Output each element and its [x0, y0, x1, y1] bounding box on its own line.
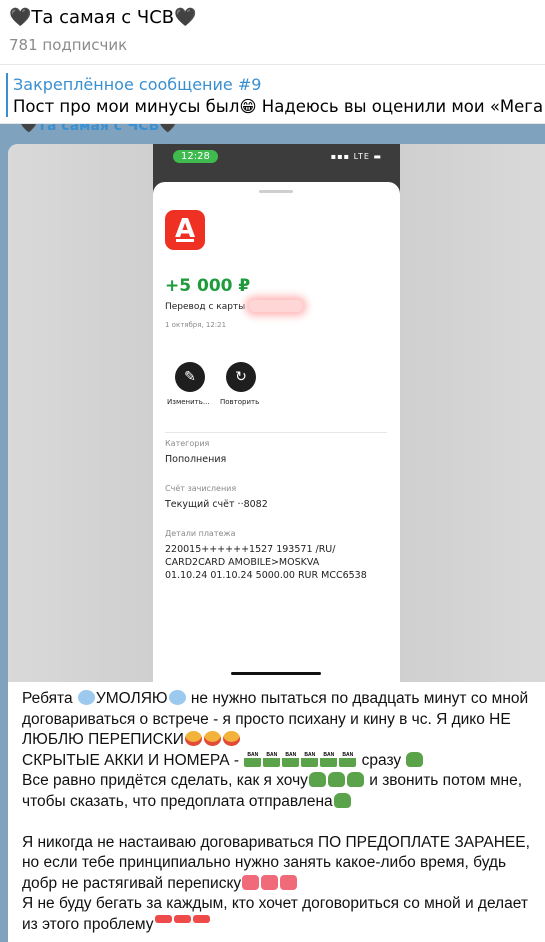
- ban-pepe-icon: [282, 751, 300, 767]
- channel-title[interactable]: 🖤Та самая с ЧСВ🖤: [9, 7, 197, 28]
- ban-pepe-icon: [263, 751, 281, 767]
- pepe-emoji-icon: [327, 772, 345, 787]
- pinned-text: Пост про мои минусы был😁 Надеюсь вы оцен…: [13, 97, 545, 116]
- category-label: Категория: [165, 439, 210, 448]
- pinned-indicator: [6, 73, 8, 117]
- ban-pepe-icon: [339, 751, 357, 767]
- scream-emoji-icon: [184, 731, 202, 746]
- account-label: Счёт зачисления: [165, 484, 237, 493]
- paragraph-4: Я никогда не настаиваю договариваться ПО…: [22, 833, 530, 892]
- paragraph-3: Все равно придётся сделать, как я хочу и…: [22, 772, 523, 810]
- sender-name: 🖤Та самая с ЧСВ🖤: [20, 124, 177, 134]
- status-time: 12:28: [173, 150, 218, 163]
- details-line-3: 01.10.24 01.10.24 5000.00 RUR MCC6538: [165, 570, 367, 581]
- paragraph-5: Я не буду бегать за каждым, кто хочет до…: [22, 895, 528, 933]
- details-line-1: 220015++++++1527 193571 /RU/: [165, 544, 336, 555]
- photo-blur-right: [400, 144, 545, 682]
- pinned-message-bar[interactable]: Закреплённое сообщение #9 Пост про мои м…: [0, 65, 545, 124]
- divider: [165, 432, 387, 433]
- subscriber-count: 781 подписчик: [9, 36, 128, 54]
- ban-pepe-icon: [320, 751, 338, 767]
- wave-emoji-icon: [168, 690, 186, 705]
- paragraph-1: Ребята УМОЛЯЮ не нужно пытаться по двадц…: [22, 690, 529, 748]
- pinned-title: Закреплённое сообщение #9: [13, 75, 262, 94]
- pencil-icon: ✎: [175, 362, 205, 392]
- message-bubble[interactable]: 12:28 ▪▪▪ LTE ▬ А +5 000 ₽ Перевод с кар…: [8, 144, 545, 942]
- bank-logo-icon: А: [165, 210, 205, 250]
- scream-emoji-icon: [222, 731, 240, 746]
- chat-header[interactable]: 🖤Та самая с ЧСВ🖤 781 подписчик: [0, 0, 545, 65]
- status-network: ▪▪▪ LTE ▬: [330, 152, 382, 161]
- receipt-photo[interactable]: 12:28 ▪▪▪ LTE ▬ А +5 000 ₽ Перевод с кар…: [8, 144, 545, 682]
- pepe-emoji-icon: [308, 772, 326, 787]
- transfer-date: 1 октября, 12:21: [165, 321, 227, 329]
- edit-action-label: Изменить...: [167, 398, 210, 406]
- pepe-emoji-icon: [406, 751, 424, 767]
- hundred-emoji-icon: [154, 914, 172, 923]
- cross-emoji-icon: [261, 874, 279, 890]
- hundred-emoji-icon: [173, 914, 191, 923]
- message-text: Ребята УМОЛЯЮ не нужно пытаться по двадц…: [22, 689, 542, 935]
- cross-emoji-icon: [242, 874, 260, 890]
- details-label: Детали платежа: [165, 529, 236, 538]
- hundred-emoji-icon: [192, 914, 210, 923]
- photo-blur-left: [8, 144, 153, 682]
- chat-area[interactable]: 🖤Та самая с ЧСВ🖤 12:28 ▪▪▪ LTE ▬ А +5 00…: [0, 124, 545, 942]
- account-value: Текущий счёт ··8082: [165, 499, 268, 510]
- transfer-amount: +5 000 ₽: [165, 276, 251, 296]
- transfer-label: Перевод с карты: [165, 302, 246, 312]
- ban-pepe-icon: [244, 751, 262, 767]
- category-value: Пополнения: [165, 454, 227, 465]
- wave-emoji-icon: [77, 690, 95, 705]
- details-line-2: CARD2CARD AMOBILE>MOSKVA: [165, 557, 320, 568]
- cross-emoji-icon: [280, 874, 298, 890]
- repeat-action-label: Повторить: [220, 398, 260, 406]
- phone-screenshot: 12:28 ▪▪▪ LTE ▬ А +5 000 ₽ Перевод с кар…: [153, 144, 400, 682]
- redacted-card-number: [249, 300, 303, 312]
- pepe-emoji-icon: [346, 772, 364, 787]
- paragraph-2: СКРЫТЫЕ АККИ И НОМЕРА - сразу: [22, 751, 542, 772]
- home-indicator: [231, 672, 321, 675]
- receipt-sheet: А +5 000 ₽ Перевод с карты 1 октября, 12…: [153, 182, 400, 682]
- sheet-grabber: [259, 190, 293, 193]
- pepe-emoji-icon: [333, 792, 351, 808]
- ban-pepe-icon: [301, 751, 319, 767]
- repeat-icon: ↻: [226, 362, 256, 392]
- scream-emoji-icon: [203, 731, 221, 746]
